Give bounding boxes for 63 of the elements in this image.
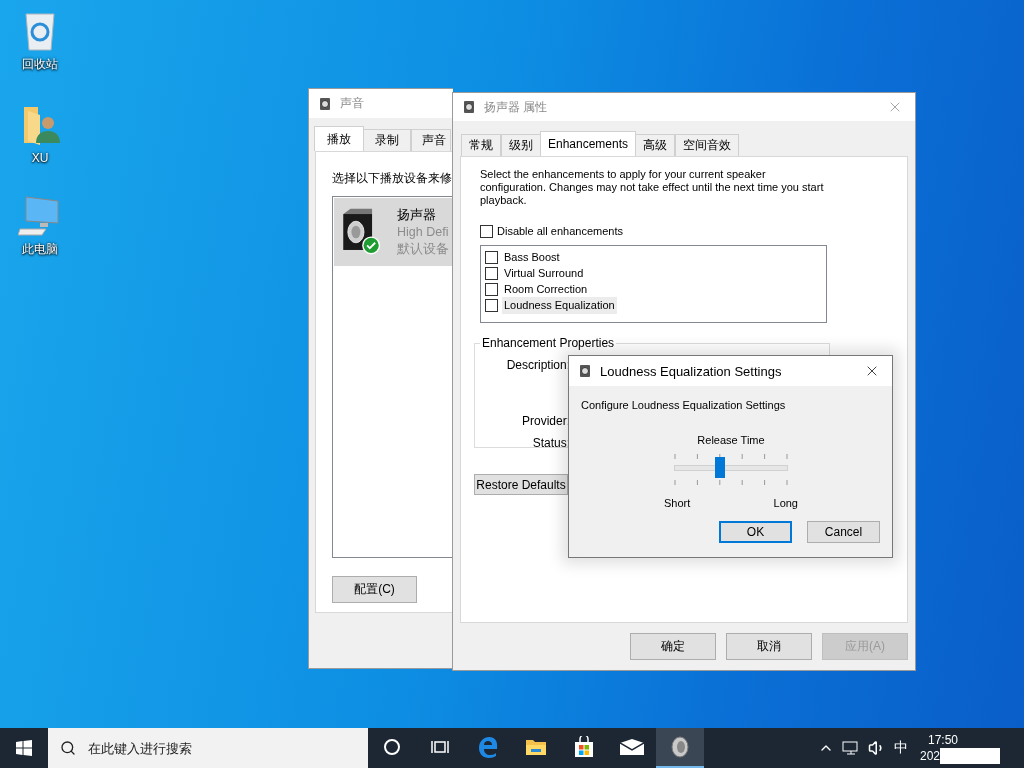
- dialog-button[interactable]: 确定: [630, 633, 716, 660]
- device-description: High Defi: [397, 224, 449, 240]
- tab[interactable]: 级别: [501, 134, 541, 156]
- tab[interactable]: 高级: [635, 134, 676, 156]
- device-status: 默认设备: [397, 241, 449, 257]
- computer-icon: [18, 195, 62, 237]
- clock-time[interactable]: 17:50: [928, 732, 959, 748]
- intro-text: Select the enhancements to apply for your current speaker configuration. Changes may not take effect until the next time you start playback.: [480, 168, 825, 207]
- restore-defaults-button[interactable]: Restore Defaults: [474, 474, 568, 495]
- checkbox-box[interactable]: [485, 298, 498, 312]
- task-view-icon[interactable]: [431, 739, 449, 755]
- tab[interactable]: 声音: [411, 129, 451, 151]
- slider-thumb[interactable]: [714, 457, 725, 478]
- search-box[interactable]: 在此键入进行搜索: [48, 728, 368, 768]
- checkbox-box[interactable]: [485, 250, 498, 264]
- device-name: 扬声器: [397, 207, 437, 223]
- speaker-icon[interactable]: [670, 736, 690, 758]
- dialog-button[interactable]: OK: [719, 521, 792, 543]
- checkbox-box[interactable]: [485, 266, 498, 280]
- device-row[interactable]: 扬声器 High Defi 默认设备: [334, 198, 453, 266]
- slider-label: Release Time: [697, 434, 765, 446]
- checkbox[interactable]: Disable all enhancements: [480, 223, 907, 239]
- clock-date[interactable]: 202: [920, 748, 941, 764]
- tab[interactable]: 录制: [363, 129, 411, 151]
- tab[interactable]: 播放: [314, 126, 364, 151]
- circle-icon[interactable]: [383, 738, 401, 756]
- browser-icon[interactable]: [477, 736, 499, 758]
- field-label: Provider:: [520, 414, 570, 428]
- dialog-button[interactable]: Cancel: [807, 521, 880, 543]
- tab[interactable]: Enhancements: [540, 131, 637, 156]
- speaker-icon: [318, 96, 332, 111]
- dialog-title: Loudness Equalization Settings: [600, 363, 783, 379]
- shopping-bag-icon[interactable]: [574, 736, 594, 758]
- speaker-icon: [462, 100, 476, 114]
- network-icon[interactable]: [842, 740, 860, 756]
- tab[interactable]: 常规: [461, 134, 501, 156]
- field-label: Description:: [505, 358, 570, 372]
- dialog-button[interactable]: 取消: [726, 633, 812, 660]
- group-title: Enhancement Properties: [481, 336, 616, 350]
- enhancement-item[interactable]: Room Correction: [502, 280, 590, 298]
- enhancement-item[interactable]: Virtual Surround: [502, 264, 586, 282]
- input-method-indicator[interactable]: 中: [894, 739, 908, 757]
- slider-min-label: Short: [664, 497, 691, 509]
- mail-icon[interactable]: [620, 739, 644, 755]
- checkbox-box[interactable]: [480, 224, 493, 238]
- search-icon: [60, 740, 76, 756]
- tab[interactable]: 空间音效: [675, 134, 740, 156]
- checkbox-label: Disable all enhancements: [497, 225, 623, 237]
- configure-button[interactable]: 配置(C): [332, 576, 417, 603]
- dialog-heading: Configure Loudness Equalization Settings: [581, 399, 787, 411]
- field-label: Status:: [531, 436, 570, 450]
- privacy-block: [940, 748, 1001, 764]
- folder-icon[interactable]: [525, 738, 547, 756]
- checkbox-box[interactable]: [485, 282, 498, 296]
- speaker-icon: [578, 364, 592, 378]
- window-title: 扬声器 属性: [484, 98, 549, 116]
- windows-logo-icon: [16, 740, 32, 756]
- enhancement-item[interactable]: Bass Boost: [502, 248, 562, 266]
- search-field[interactable]: 在此键入进行搜索: [86, 739, 368, 757]
- instruction-text: 选择以下播放设备来修: [332, 170, 453, 187]
- slider-max-label: Long: [773, 497, 798, 509]
- enhancement-item[interactable]: Loudness Equalization: [502, 296, 617, 314]
- window-title: 声音: [340, 95, 365, 112]
